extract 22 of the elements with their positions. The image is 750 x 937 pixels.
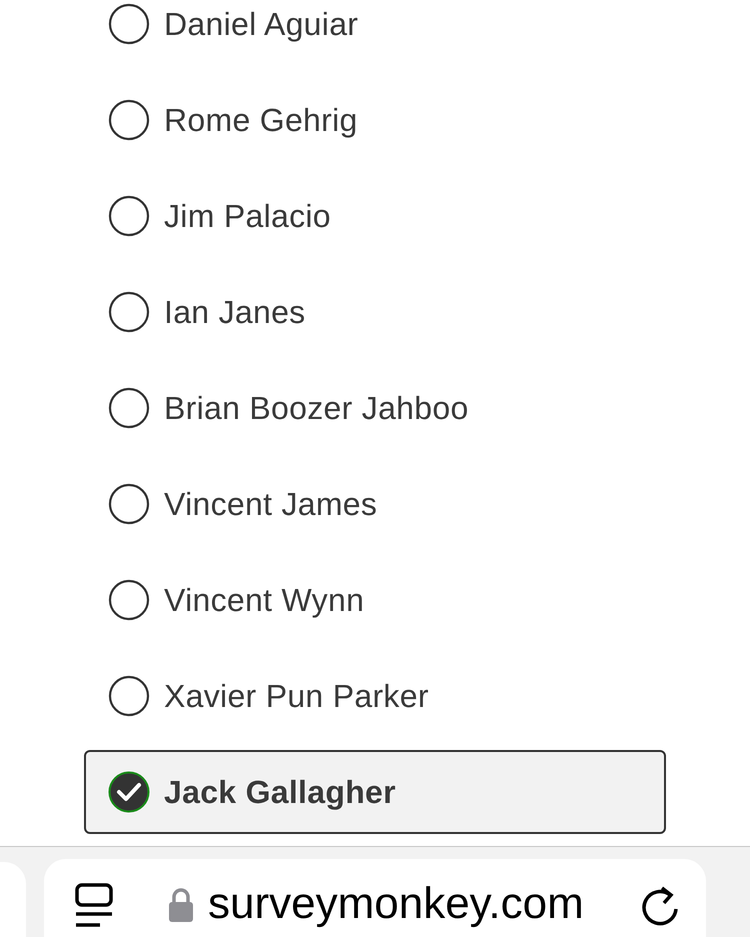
radio-icon[interactable]	[108, 483, 150, 525]
answer-option[interactable]: Xavier Pun Parker	[84, 654, 666, 738]
checked-radio-icon[interactable]	[108, 771, 150, 813]
answer-option[interactable]: Brian Boozer Jahboo	[84, 366, 666, 450]
answer-option[interactable]: Daniel Aguiar	[84, 0, 666, 66]
radio-icon[interactable]	[108, 99, 150, 141]
radio-icon[interactable]	[108, 675, 150, 717]
radio-icon[interactable]	[108, 3, 150, 45]
answer-option[interactable]: Ian Janes	[84, 270, 666, 354]
answer-option[interactable]: Jim Palacio	[84, 174, 666, 258]
url-text: surveymonkey.com	[208, 879, 584, 929]
answer-option[interactable]: Rome Gehrig	[84, 78, 666, 162]
answer-option[interactable]: Vincent Wynn	[84, 558, 666, 642]
answer-option[interactable]: Vincent James	[84, 462, 666, 546]
answer-option[interactable]: Jack Gallagher	[84, 750, 666, 834]
lock-icon	[168, 887, 194, 923]
radio-icon[interactable]	[108, 195, 150, 237]
radio-icon[interactable]	[108, 579, 150, 621]
reader-icon[interactable]	[74, 883, 114, 929]
radio-icon[interactable]	[108, 387, 150, 429]
address-bar[interactable]: surveymonkey.com	[44, 859, 706, 937]
radio-icon[interactable]	[108, 291, 150, 333]
